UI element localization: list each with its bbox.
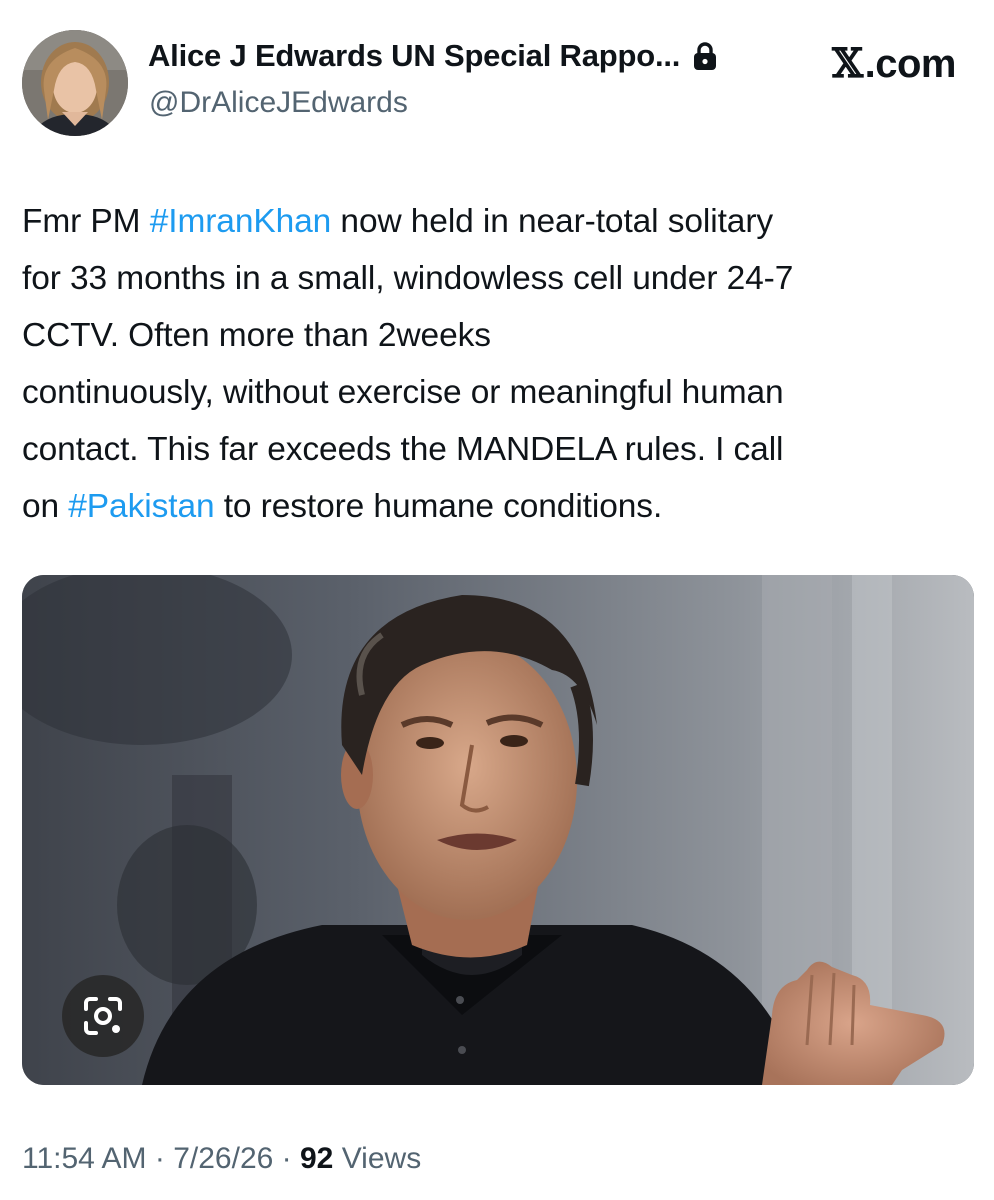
post-text-segment: now held in near-total solitary (331, 203, 774, 240)
site-domain: .com (864, 42, 957, 86)
visual-search-button[interactable] (62, 975, 144, 1057)
hashtag-link-imrankhan[interactable]: #ImranKhan (150, 203, 332, 240)
post-text-line: continuously, without exercise or meanin… (22, 374, 784, 411)
post-date[interactable]: 7/26/26 (173, 1142, 273, 1175)
photo-of-man-speaking (22, 575, 974, 1085)
post-text-line: on #Pakistan to restore humane condition… (22, 478, 977, 535)
author-avatar[interactable] (22, 30, 128, 136)
post-media-image[interactable] (22, 575, 974, 1085)
post-text-segment: Fmr PM (22, 203, 150, 240)
views-label: Views (341, 1142, 422, 1175)
x-logo-icon: 𝕏 (832, 40, 863, 87)
hashtag-link-pakistan[interactable]: #Pakistan (68, 488, 214, 525)
views-count: 92 (300, 1142, 334, 1175)
meta-separator: · (154, 1142, 165, 1175)
post-text-line: for 33 months in a small, windowless cel… (22, 260, 794, 297)
post-card: Alice J Edwards UN Special Rappo... 𝕏.co… (0, 0, 994, 1200)
avatar-photo (22, 30, 128, 136)
post-text-line: CCTV. Often more than 2weeks (22, 317, 491, 354)
post-text-line: Fmr PM #ImranKhan now held in near-total… (22, 193, 977, 250)
post-text-segment: on (22, 488, 69, 525)
post-text: Fmr PM #ImranKhan now held in near-total… (22, 193, 977, 535)
post-text-line: contact. This far exceeds the MANDELA ru… (22, 431, 784, 468)
meta-separator: · (281, 1142, 292, 1175)
post-time[interactable]: 11:54 AM (22, 1142, 147, 1175)
x-com-label: 𝕏.com (832, 40, 956, 87)
author-display-name[interactable]: Alice J Edwards UN Special Rappo... (148, 38, 680, 74)
post-text-segment: to restore humane conditions. (214, 488, 663, 525)
author-handle[interactable]: @DrAliceJEdwards (149, 86, 408, 120)
author-name-row[interactable]: Alice J Edwards UN Special Rappo... (148, 38, 718, 74)
lock-icon (692, 41, 718, 71)
visual-search-icon (84, 997, 122, 1035)
post-meta: 11:54 AM · 7/26/26 · 92 Views (22, 1142, 421, 1176)
